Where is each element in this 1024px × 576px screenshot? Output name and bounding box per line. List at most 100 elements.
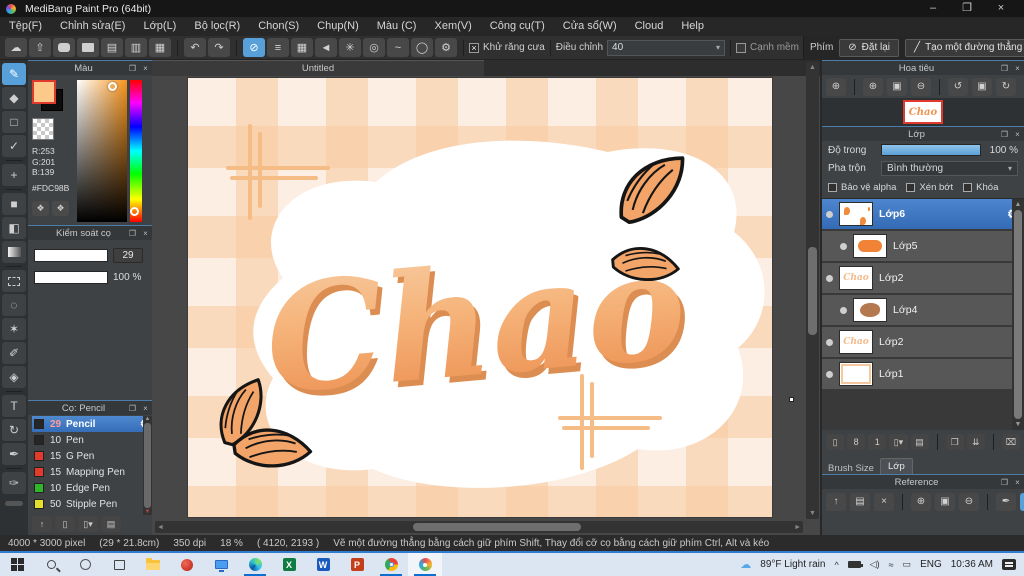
reference-zoom-out-button[interactable]: ⊖ <box>959 492 979 511</box>
fill-shape-tool[interactable]: ■ <box>2 193 26 215</box>
visibility-dot-icon[interactable] <box>840 306 847 314</box>
rotate-reset-button[interactable]: ▣ <box>972 77 992 96</box>
visibility-dot-icon[interactable] <box>840 242 847 250</box>
snap-ellipse-button[interactable]: ◯ <box>411 38 433 57</box>
task-view-button[interactable] <box>102 553 136 576</box>
menu-color[interactable]: Màu (C) <box>368 17 426 36</box>
canvas-artboard[interactable]: Chao Chao <box>188 78 772 517</box>
menu-tools[interactable]: Công cụ(T) <box>481 17 554 36</box>
menu-edit[interactable]: Chỉnh sửa(E) <box>51 17 134 36</box>
popout-icon[interactable]: ❐ <box>126 229 139 238</box>
lasso-tool[interactable]: ◌ <box>2 294 26 316</box>
snap-off-button[interactable]: ⊘ <box>243 38 265 57</box>
reference-clear-button[interactable]: × <box>874 492 894 511</box>
menu-cloud[interactable]: Cloud <box>626 17 673 36</box>
brush-row-mapping-pen[interactable]: 15 Mapping Pen <box>32 464 152 480</box>
layer-opacity-slider[interactable] <box>881 144 981 156</box>
hue-marker[interactable] <box>130 207 139 216</box>
snap-grid-button[interactable]: ▦ <box>291 38 313 57</box>
close-panel-icon[interactable]: × <box>139 404 152 413</box>
document-tab[interactable]: Untitled <box>152 60 484 76</box>
reference-open-button[interactable]: ▤ <box>850 492 870 511</box>
chrome-button[interactable] <box>374 553 408 576</box>
layer-row-lop4[interactable]: Lớp4 <box>822 295 1024 325</box>
alpha-lock-checkbox[interactable] <box>828 183 837 192</box>
navigator-preview-strip[interactable]: Chao <box>822 98 1024 126</box>
chat-button[interactable] <box>53 38 75 57</box>
document-button[interactable]: ▤ <box>101 38 123 57</box>
undo-button[interactable]: ↶ <box>184 38 206 57</box>
snap-curve-button[interactable]: ~ <box>387 38 409 57</box>
close-panel-icon[interactable]: × <box>139 229 152 238</box>
control-point-tool[interactable]: ✓ <box>2 135 26 157</box>
visibility-dot-icon[interactable] <box>826 274 833 282</box>
antialias-checkbox[interactable]: × <box>469 42 479 53</box>
bucket-tool[interactable]: ◧ <box>2 217 26 239</box>
cloud-save-button[interactable]: ☁ <box>5 38 27 57</box>
blend-mode-dropdown[interactable]: Bình thường ▾ <box>881 161 1018 176</box>
file-explorer-button[interactable] <box>136 553 170 576</box>
brush-size-value[interactable]: 29 <box>113 248 143 263</box>
language-indicator[interactable]: ENG <box>920 559 942 570</box>
layer-row-lop6[interactable]: Lớp6 ⚙ <box>822 199 1024 229</box>
close-panel-icon[interactable]: × <box>139 64 152 73</box>
menu-capture[interactable]: Chụp(N) <box>308 17 368 36</box>
zoom-actual-button[interactable]: ⊕ <box>826 77 846 96</box>
text-tool[interactable]: T <box>2 395 26 417</box>
zoom-fit-button[interactable]: ▣ <box>887 77 907 96</box>
red-app-button[interactable] <box>170 553 204 576</box>
new-folder-button[interactable]: ▤ <box>910 434 929 450</box>
menu-layer[interactable]: Lớp(L) <box>134 17 185 36</box>
clock[interactable]: 10:36 AM <box>951 559 993 570</box>
brush-row-pencil[interactable]: 29 Pencil ⚙ <box>32 416 152 432</box>
scroll-up-icon[interactable]: ▲ <box>145 416 151 422</box>
menu-help[interactable]: Help <box>672 17 713 36</box>
brush-size-slider[interactable] <box>34 249 108 262</box>
reference-zoom-fit-button[interactable]: ▣ <box>935 492 955 511</box>
close-panel-icon[interactable]: × <box>1011 478 1024 487</box>
soft-edge-checkbox[interactable] <box>736 42 747 53</box>
brush-row-edge-pen[interactable]: 10 Edge Pen <box>32 480 152 496</box>
excel-button[interactable]: X <box>272 553 306 576</box>
wifi-icon[interactable]: ≈ <box>889 560 894 570</box>
reference-eyedropper-button[interactable]: ✒ <box>996 492 1016 511</box>
snap-parallel-button[interactable]: ≡ <box>267 38 289 57</box>
cortana-button[interactable] <box>68 553 102 576</box>
layer-row-lop1[interactable]: Lớp1 <box>822 359 1024 389</box>
visibility-dot-icon[interactable] <box>826 370 833 378</box>
shape-tool[interactable]: □ <box>2 111 26 133</box>
brush-tool[interactable]: ✎ <box>2 63 26 85</box>
visibility-dot-icon[interactable] <box>826 338 833 346</box>
navigator-thumbnail[interactable]: Chao <box>903 100 943 124</box>
popout-icon[interactable]: ❐ <box>998 130 1011 139</box>
tab-brush-size[interactable]: Brush Size <box>828 463 874 474</box>
divide-tool[interactable]: ✑ <box>2 472 26 494</box>
edge-button[interactable] <box>238 553 272 576</box>
rotate-canvas-tool[interactable]: ↻ <box>2 419 26 441</box>
brush-cloud-button[interactable]: ↑ <box>32 516 52 532</box>
scroll-up-icon[interactable]: ▲ <box>1015 201 1022 208</box>
reference-zoom-in-button[interactable]: ⊕ <box>911 492 931 511</box>
export-button[interactable]: ⇧ <box>29 38 51 57</box>
menu-view[interactable]: Xem(V) <box>425 17 480 36</box>
sv-marker[interactable] <box>108 82 117 91</box>
scroll-right-icon[interactable]: ► <box>794 524 801 531</box>
speaker-icon[interactable]: ◁) <box>870 559 880 570</box>
scroll-down-icon[interactable]: ▼ <box>809 510 816 517</box>
popout-icon[interactable]: ❐ <box>998 64 1011 73</box>
palette-add-button[interactable]: ❖ <box>52 200 69 216</box>
start-button[interactable] <box>0 553 34 576</box>
reset-button[interactable]: ⊘ Đặt lại <box>839 38 900 57</box>
brush-list-scrollbar[interactable]: ▲ ▼ <box>143 416 152 515</box>
popout-icon[interactable]: ❐ <box>126 404 139 413</box>
weather-cloud-icon[interactable]: ☁ <box>740 558 751 571</box>
foreground-color-swatch[interactable] <box>32 80 56 104</box>
snap-settings-button[interactable]: ⚙ <box>435 38 457 57</box>
snap-radial-button[interactable]: ✳ <box>339 38 361 57</box>
vertical-scrollbar[interactable]: ▲ ▼ <box>806 62 819 519</box>
horizontal-scrollbar[interactable]: ◄ ► <box>155 521 803 533</box>
tab-layer[interactable]: Lớp <box>879 458 913 474</box>
duplicate-layer-button[interactable]: ❐ <box>945 434 964 450</box>
medibang-taskbar-button[interactable] <box>408 553 442 576</box>
brush-script-button[interactable]: ▤ <box>101 516 121 532</box>
